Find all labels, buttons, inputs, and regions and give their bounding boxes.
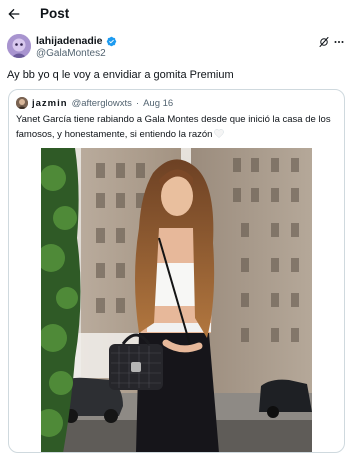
more-options-icon[interactable] [333,36,345,48]
quoted-post-date[interactable]: Aug 16 [143,98,173,109]
white-heart-icon [214,129,225,138]
back-arrow-icon[interactable] [6,6,22,22]
author-avatar[interactable] [7,34,31,58]
author-name-row: lahijadenadie [36,35,117,47]
quoted-post-text: Yanet García tiene rabiando a Gala Monte… [16,114,331,140]
author-handle[interactable]: @GalaMontes2 [36,48,117,59]
quoted-author-name[interactable]: jazmin [32,98,68,109]
post-text: Ay bb yo q le voy a envidiar a gomita Pr… [7,69,234,81]
top-bar: Post [0,0,350,30]
quoted-post-text-wrap: Yanet García tiene rabiando a Gala Monte… [16,112,338,142]
grok-icon[interactable] [318,36,330,48]
quoted-author-handle[interactable]: @afterglowxts [72,98,132,109]
author-display-name[interactable]: lahijadenadie [36,35,103,47]
quoted-post-header: jazmin @afterglowxts · Aug 16 [16,97,173,109]
quoted-separator: · [135,97,140,109]
quoted-post-image[interactable] [41,148,312,452]
author-block: lahijadenadie @GalaMontes2 [36,35,117,59]
quoted-post-card[interactable]: jazmin @afterglowxts · Aug 16 Yanet Garc… [8,89,345,453]
quoted-author-avatar[interactable] [16,97,28,109]
page-title: Post [40,6,70,21]
verified-badge-icon [106,36,116,46]
